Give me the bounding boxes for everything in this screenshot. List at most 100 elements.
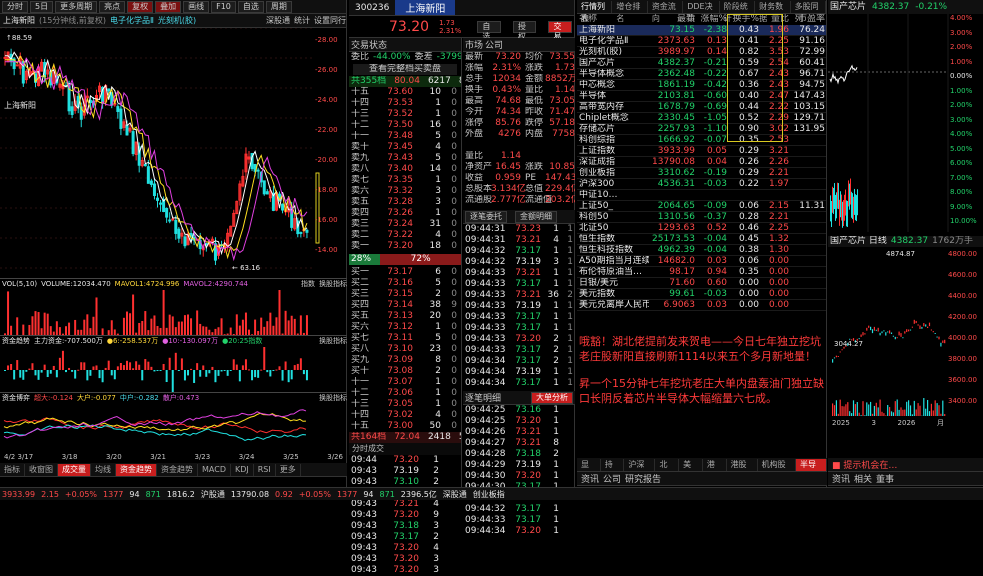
btn-f10[interactable]: F10 bbox=[211, 1, 236, 13]
book-row[interactable]: 买一73.1760 bbox=[349, 267, 461, 278]
book-row[interactable]: 十五73.60100 bbox=[349, 87, 461, 98]
btn-adjust[interactable]: 复权 bbox=[127, 1, 153, 13]
book-row[interactable]: 十二73.0610 bbox=[349, 388, 461, 399]
book-row[interactable]: 买十73.0820 bbox=[349, 366, 461, 377]
sector-tab[interactable]: 港股通 bbox=[727, 459, 758, 471]
book-row[interactable]: 卖六73.3230 bbox=[349, 186, 461, 197]
ind-tab-fund[interactable]: 资金趋势 bbox=[116, 464, 157, 476]
book-row[interactable]: 卖七73.3510 bbox=[349, 175, 461, 186]
btn-period[interactable]: 周期 bbox=[266, 1, 292, 13]
wl-tab[interactable]: 行情列表 bbox=[577, 1, 612, 13]
volume-pane[interactable]: VOL(5,10) VOLUME:12034.470 MAVOL1:4724.9… bbox=[0, 278, 347, 335]
status-cyb[interactable]: 创业板指 bbox=[473, 489, 505, 500]
vol-switch-btn[interactable]: 换股指标 bbox=[319, 279, 347, 290]
watchlist-row[interactable]: 上海新阳73.15-2.380.431.9676.24 bbox=[577, 25, 826, 36]
book-row[interactable]: 买六73.1210 bbox=[349, 322, 461, 333]
watchlist-row[interactable]: 半导体概念2362.48-0.220.672.4396.71 bbox=[577, 69, 826, 80]
sector-tab[interactable]: 美股 bbox=[679, 459, 703, 471]
ind-tab[interactable]: 指标 bbox=[0, 464, 25, 476]
book-row[interactable]: 卖三73.24310 bbox=[349, 219, 461, 230]
trade-button[interactable]: 交易 bbox=[548, 21, 572, 33]
wl-tab[interactable]: DDE决策 bbox=[683, 1, 720, 13]
btn-watch[interactable]: 自选 bbox=[238, 1, 264, 13]
wl-tab[interactable]: 多股同列 bbox=[791, 1, 826, 13]
index-kline[interactable]: 4800.004600.004400.004200.004000.003800.… bbox=[828, 248, 983, 418]
book-row[interactable]: 十三73.5210 bbox=[349, 109, 461, 120]
ind-tab[interactable]: RSI bbox=[254, 464, 276, 476]
watchlist-row[interactable]: 科创501310.56-0.370.282.21 bbox=[577, 212, 826, 223]
sector-tab[interactable]: 沪深股 bbox=[624, 459, 655, 471]
col-pe[interactable]: 市盈率 bbox=[789, 14, 825, 25]
big-order-button[interactable]: 大单分析 bbox=[531, 392, 573, 404]
watchlist-row[interactable]: 半导体2103.81-0.600.402.47147.43 bbox=[577, 91, 826, 102]
wl-tab[interactable]: 资金流向 bbox=[648, 1, 683, 13]
tick-tab-amount[interactable]: 金额明细 bbox=[515, 211, 557, 223]
watchlist-row[interactable]: 沪深3004536.31-0.030.221.97 bbox=[577, 179, 826, 190]
watchlist-row[interactable]: 日银/美元71.600.600.000.00 bbox=[577, 278, 826, 289]
book-row[interactable]: 十四73.0240 bbox=[349, 410, 461, 421]
col-pct[interactable]: 涨幅% bbox=[695, 14, 727, 25]
ind-tab[interactable]: 均线 bbox=[91, 464, 116, 476]
watchlist-row[interactable]: A50期指当月连续14682.00.030.060.00 bbox=[577, 256, 826, 267]
info-right1[interactable]: 深股通 bbox=[266, 15, 290, 26]
sector-tab-semi[interactable]: 半导体 bbox=[796, 459, 827, 471]
watchlist-row[interactable]: 上证指数3933.990.050.293.21 bbox=[577, 146, 826, 157]
watchlist-row[interactable]: 存储芯片2257.93-1.100.903.02131.95 bbox=[577, 124, 826, 135]
ind-tab[interactable]: MACD bbox=[198, 464, 231, 476]
watchlist-row[interactable]: 高带宽内存1678.79-0.690.442.22103.15 bbox=[577, 102, 826, 113]
tab-fenshi[interactable]: 分时 bbox=[2, 1, 28, 13]
book-row[interactable]: 十五73.00500 bbox=[349, 421, 461, 432]
kline-main[interactable]: 上海新阳 ↑88.59 ← 63.16 -28.00 -26.00 -24.00… bbox=[0, 28, 347, 278]
info-sector1[interactable]: 电子化学品Ⅱ bbox=[110, 15, 154, 26]
auth-button[interactable]: 授权 bbox=[513, 21, 537, 33]
book-row[interactable]: 卖五73.2830 bbox=[349, 197, 461, 208]
watchlist-row[interactable]: 深证成指13790.080.040.262.26 bbox=[577, 157, 826, 168]
sector-tab[interactable]: 显示 bbox=[577, 459, 601, 471]
book-row[interactable]: 买七73.1150 bbox=[349, 333, 461, 344]
book-tab[interactable]: 交易状态 bbox=[351, 38, 387, 51]
info-tab[interactable]: 资讯 bbox=[832, 472, 850, 485]
status-hgt[interactable]: 沪股通 bbox=[201, 489, 225, 500]
book-row[interactable]: 十三73.0510 bbox=[349, 399, 461, 410]
game-switch-btn[interactable]: 换股指标 bbox=[319, 393, 347, 404]
info-tab[interactable]: 资讯 bbox=[581, 472, 599, 485]
book-row[interactable]: 十一73.4850 bbox=[349, 131, 461, 142]
watchlist-row[interactable]: 恒生科技指数4962.39-0.040.381.30 bbox=[577, 245, 826, 256]
info-right2[interactable]: 统计 bbox=[294, 15, 310, 26]
book-row[interactable]: 卖八73.40140 bbox=[349, 164, 461, 175]
self-select-button[interactable]: 自选 bbox=[477, 21, 501, 33]
btn-draw[interactable]: 画线 bbox=[183, 1, 209, 13]
tab-more-period[interactable]: 更多周期 bbox=[55, 1, 97, 13]
book-row[interactable]: 买二73.1650 bbox=[349, 278, 461, 289]
col-last[interactable]: 最新 bbox=[649, 14, 695, 25]
ind-tab[interactable]: KDJ bbox=[231, 464, 254, 476]
wl-tab[interactable]: 财务数据 bbox=[755, 1, 790, 13]
sector-tab[interactable]: 北证 bbox=[655, 459, 679, 471]
view-full-depth-button[interactable]: 查看完整档买卖盘 bbox=[353, 64, 457, 75]
watchlist-row[interactable]: 布伦特原油当…98.170.940.350.00 bbox=[577, 267, 826, 278]
sector-tab[interactable]: 港股 bbox=[703, 459, 727, 471]
ind-tab-volume[interactable]: 成交量 bbox=[58, 464, 91, 476]
book-row[interactable]: 卖十73.4540 bbox=[349, 142, 461, 153]
ind-tab[interactable]: 更多 bbox=[276, 464, 301, 476]
btn-overlay[interactable]: 叠加 bbox=[155, 1, 181, 13]
stats-tab-market[interactable]: 市场 bbox=[465, 38, 483, 51]
watchlist-row[interactable]: 电子化学品Ⅱ2373.630.130.412.2591.16 bbox=[577, 36, 826, 47]
watchlist-row[interactable]: 中芯概念1861.19-0.420.362.4394.75 bbox=[577, 80, 826, 91]
book-row[interactable]: 买八73.10230 bbox=[349, 344, 461, 355]
col-name[interactable]: 名称 bbox=[577, 14, 649, 25]
book-row[interactable]: 买三73.1520 bbox=[349, 289, 461, 300]
ind-tab[interactable]: 资金趋势 bbox=[157, 464, 198, 476]
stats-tab-company[interactable]: 公司 bbox=[485, 38, 503, 51]
book-row[interactable]: 买五73.13200 bbox=[349, 311, 461, 322]
info-tab[interactable]: 研究报告 bbox=[625, 472, 661, 485]
watchlist-row[interactable]: 美元指数99.61-0.030.000.00 bbox=[577, 289, 826, 300]
book-row[interactable]: 买四73.14389 bbox=[349, 300, 461, 311]
opportunity-tab[interactable]: ■ 提示机会在… bbox=[832, 458, 897, 471]
book-row[interactable]: 十二73.50160 bbox=[349, 120, 461, 131]
status-sgt[interactable]: 深股通 bbox=[443, 489, 467, 500]
watchlist-row[interactable]: 美元兑离岸人民币6.90630.030.000.00 bbox=[577, 300, 826, 311]
btn-highlight[interactable]: 亮点 bbox=[99, 1, 125, 13]
watchlist-row[interactable]: 恒生指数25173.53-0.040.451.32 bbox=[577, 234, 826, 245]
info-tab[interactable]: 相关 bbox=[854, 472, 872, 485]
